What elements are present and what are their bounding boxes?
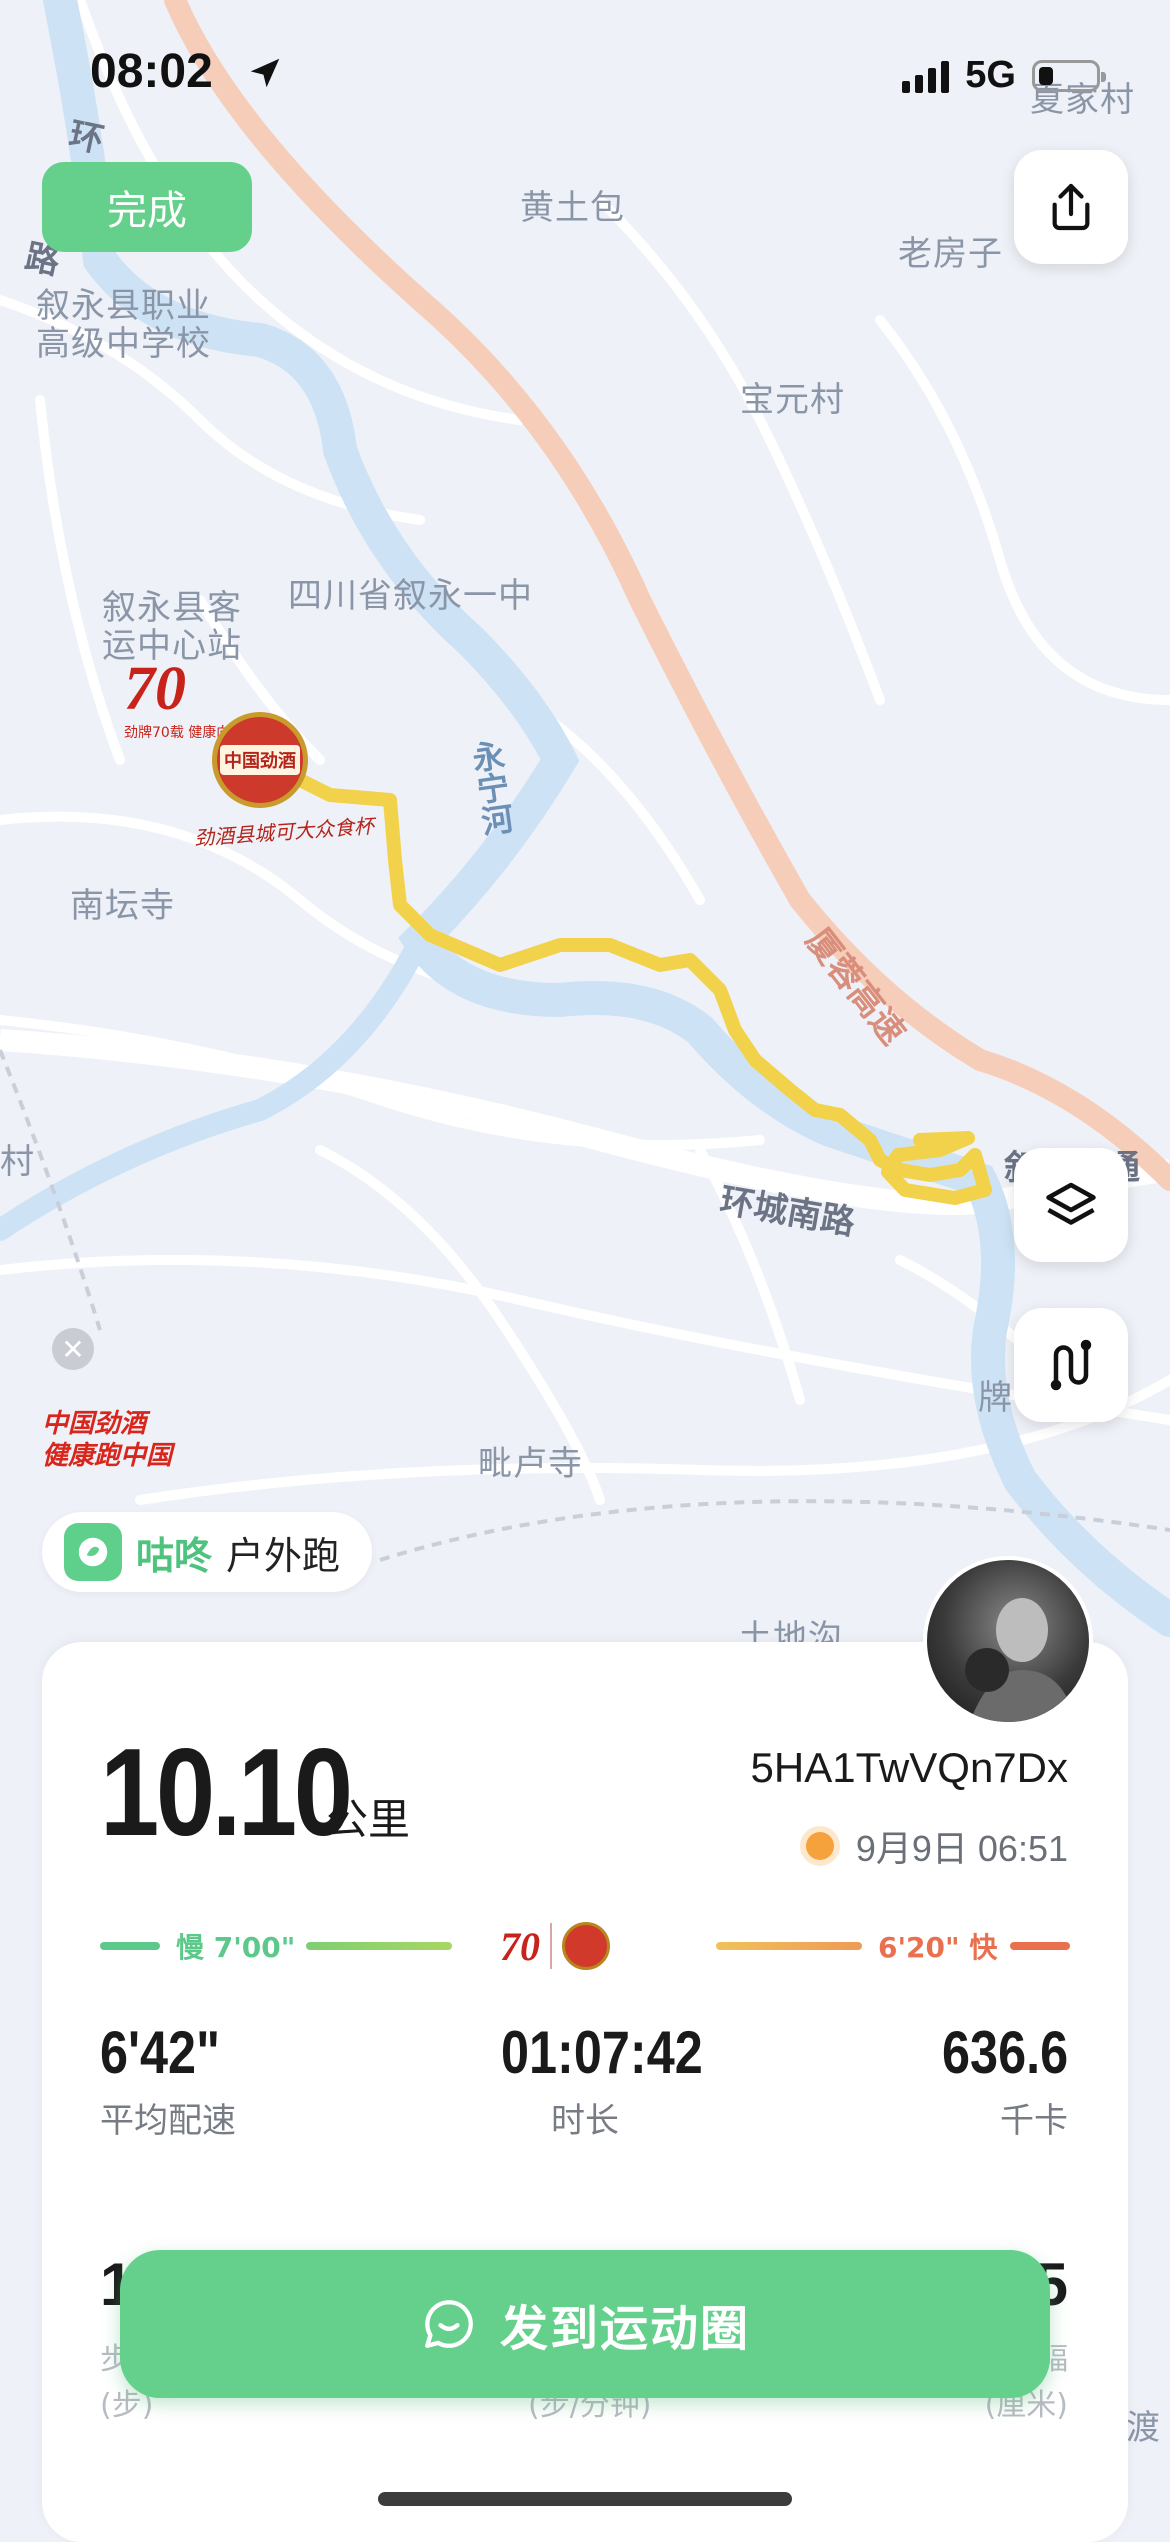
share-button[interactable] (1014, 150, 1128, 264)
distance-unit: 公里 (326, 1795, 411, 1844)
stat-duration-label: 时长 (551, 2101, 619, 2141)
map-label-huangtubao: 黄土包 (520, 188, 625, 228)
brand-70-badge: 70 劲牌70载 健康向未来 (124, 655, 258, 746)
stat-duration-value: 01:07:42 (501, 2019, 703, 2086)
route-toggle-icon (1050, 1339, 1092, 1391)
app-chip: 咕咚 户外跑 (42, 1512, 373, 1592)
status-time: 08:02 (90, 45, 213, 98)
brand-seal-text: 中国劲酒 (220, 745, 300, 775)
pace-brand-seal (562, 1922, 610, 1970)
stat-calories-value: 636.6 (941, 2019, 1068, 2086)
distance-value: 10.10 (100, 1724, 353, 1862)
map-label-pilu: 毗卢寺 (478, 1444, 583, 1484)
status-bar: 08:02 5G (0, 0, 1170, 150)
done-button[interactable]: 完成 (42, 162, 252, 252)
stat-duration: 01:07:42 时长 (485, 2018, 703, 2142)
home-indicator (378, 2492, 792, 2506)
signal-icon (902, 59, 950, 93)
pace-slow-label: 慢 7'00" (176, 1931, 296, 1964)
promo-line-2: 健康跑中国 (42, 1441, 173, 1471)
pace-brand-70: 70 (500, 1923, 540, 1969)
map-label-baoyuancun: 宝元村 (740, 380, 845, 420)
activity-date: 9月9日 06:51 (855, 1828, 1068, 1869)
chat-bubble-icon (425, 2300, 473, 2348)
stat-avg-pace-value: 6'42" (100, 2019, 220, 2086)
app-name: 咕咚 (136, 1533, 213, 1578)
pace-seg-slow-1 (100, 1942, 160, 1950)
map-label-sichuan-school: 四川省叙永一中 (288, 576, 533, 616)
status-right: 5G (902, 54, 1106, 97)
user-avatar[interactable] (923, 1556, 1093, 1726)
map-label-pai: 牌 (978, 1378, 1013, 1418)
close-ad-button[interactable]: ✕ (52, 1328, 94, 1370)
pace-seg-slow-2 (306, 1942, 452, 1950)
stat-calories: 636.6 千卡 (918, 2018, 1068, 2142)
date-row: 9月9日 06:51 (805, 1820, 1068, 1872)
activity-type: 户外跑 (226, 1533, 341, 1578)
pace-fast-label: 6'20" 快 (878, 1931, 998, 1964)
avatar-photo (965, 1598, 1076, 1722)
map-label-laofangzi: 老房子 (898, 234, 1003, 274)
promo-ad[interactable]: 中国劲酒 健康跑中国 (42, 1408, 172, 1480)
network-type: 5G (965, 54, 1016, 96)
route-toggle-button[interactable] (1014, 1308, 1128, 1422)
stat-avg-pace-label: 平均配速 (100, 2101, 236, 2141)
map-label-nantan: 南坛寺 (70, 886, 175, 926)
map-label-cun: 村 (0, 1142, 35, 1182)
pace-legend: 慢 7'00" 70 6'20" 快 (100, 1916, 1070, 1976)
promo-line-1: 中国劲酒 (42, 1409, 147, 1439)
codoon-logo-icon (64, 1523, 122, 1581)
map-layers-button[interactable] (1014, 1148, 1128, 1262)
map-label-du: 渡 (1126, 2408, 1161, 2448)
share-to-feed-button[interactable]: 发到运动圈 (120, 2250, 1050, 2398)
pace-seg-fast-1 (716, 1942, 862, 1950)
stat-calories-label: 千卡 (1000, 2101, 1068, 2141)
share-to-feed-label: 发到运动圈 (499, 2301, 750, 2357)
share-icon (1052, 183, 1090, 231)
layers-icon (1046, 1182, 1096, 1225)
pace-brand: 70 (500, 1916, 670, 1976)
map-label-school-2: 高级中学校 (36, 324, 211, 364)
user-id: 5HA1TwVQn7Dx (750, 1744, 1068, 1791)
pace-brand-divider (550, 1923, 552, 1969)
pace-seg-fast-2 (1010, 1942, 1070, 1950)
battery-icon (1032, 59, 1106, 92)
brand-badge-year: 70 (124, 655, 186, 723)
brand-seal: 中国劲酒 (212, 712, 308, 808)
sun-icon (805, 1832, 834, 1860)
location-arrow-icon (250, 58, 280, 88)
stat-avg-pace: 6'42" 平均配速 (100, 2018, 243, 2142)
